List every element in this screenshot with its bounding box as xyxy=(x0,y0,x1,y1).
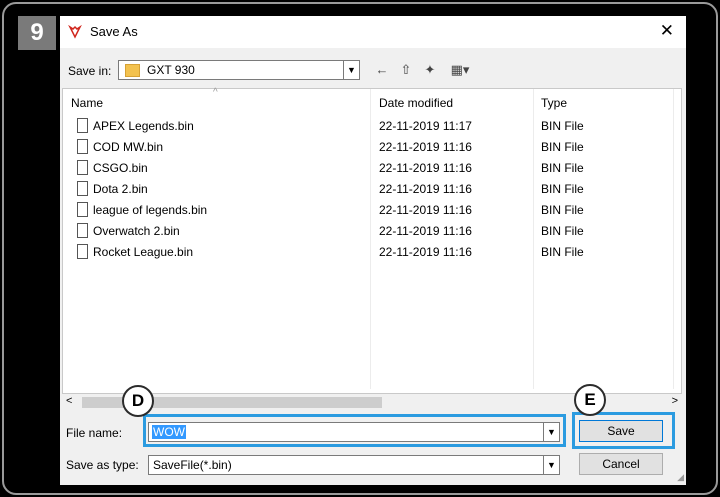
file-type: BIN File xyxy=(541,245,584,259)
file-row[interactable]: CSGO.bin 22-11-2019 11:16 BIN File xyxy=(63,158,673,179)
step-number-badge: 9 xyxy=(18,16,56,50)
file-icon xyxy=(77,202,88,217)
file-icon xyxy=(77,181,88,196)
file-name: COD MW.bin xyxy=(93,140,164,154)
folder-icon xyxy=(125,64,140,77)
file-row[interactable]: Overwatch 2.bin 22-11-2019 11:16 BIN Fil… xyxy=(63,221,673,242)
file-name: Dota 2.bin xyxy=(93,182,148,196)
file-date: 22-11-2019 11:16 xyxy=(379,245,472,259)
file-name: Overwatch 2.bin xyxy=(93,224,180,238)
file-icon xyxy=(77,160,88,175)
file-name: league of legends.bin xyxy=(93,203,208,217)
file-name: CSGO.bin xyxy=(93,161,148,175)
file-type: BIN File xyxy=(541,119,584,133)
file-icon xyxy=(77,244,88,259)
file-type: BIN File xyxy=(541,224,584,238)
file-name-label: File name: xyxy=(66,426,123,440)
highlight-save-button xyxy=(572,412,675,449)
file-name: Rocket League.bin xyxy=(93,245,194,259)
new-folder-icon[interactable]: ✦ xyxy=(420,61,440,79)
view-menu-icon[interactable]: ▦▾ xyxy=(446,61,474,79)
save-in-value: GXT 930 xyxy=(147,63,195,77)
save-in-dropdown[interactable]: GXT 930 ▼ xyxy=(118,60,360,80)
file-icon xyxy=(77,223,88,238)
chevron-down-icon[interactable]: ▼ xyxy=(343,61,359,79)
file-row[interactable]: APEX Legends.bin 22-11-2019 11:17 BIN Fi… xyxy=(63,116,673,137)
file-row[interactable]: Dota 2.bin 22-11-2019 11:16 BIN File xyxy=(63,179,673,200)
file-date: 22-11-2019 11:16 xyxy=(379,182,472,196)
save-as-type-dropdown[interactable]: SaveFile(*.bin) ▼ xyxy=(148,455,560,475)
file-type: BIN File xyxy=(541,140,584,154)
file-date: 22-11-2019 11:17 xyxy=(379,119,472,133)
file-list[interactable]: Name ^ Date modified Type APEX Legends.b… xyxy=(62,87,682,394)
file-row[interactable]: league of legends.bin 22-11-2019 11:16 B… xyxy=(63,200,673,221)
scroll-right-icon[interactable]: > xyxy=(672,395,678,407)
close-icon[interactable]: ✕ xyxy=(660,21,674,41)
sort-arrow-icon: ^ xyxy=(213,87,218,98)
file-date: 22-11-2019 11:16 xyxy=(379,224,472,238)
save-as-type-label: Save as type: xyxy=(66,458,139,472)
window-title: Save As xyxy=(90,24,138,39)
file-type: BIN File xyxy=(541,182,584,196)
file-row[interactable]: COD MW.bin 22-11-2019 11:16 BIN File xyxy=(63,137,673,158)
column-divider xyxy=(673,89,674,389)
title-bar: Save As ✕ xyxy=(60,16,686,48)
chevron-down-icon[interactable]: ▼ xyxy=(543,456,559,474)
cancel-button[interactable]: Cancel xyxy=(579,453,663,475)
file-icon xyxy=(77,118,88,133)
resize-grip-icon[interactable]: ◢ xyxy=(677,472,684,483)
file-row[interactable]: Rocket League.bin 22-11-2019 11:16 BIN F… xyxy=(63,242,673,263)
highlight-file-name xyxy=(143,414,566,447)
scroll-left-icon[interactable]: < xyxy=(66,395,72,407)
app-logo-icon xyxy=(68,25,82,39)
file-icon xyxy=(77,139,88,154)
file-date: 22-11-2019 11:16 xyxy=(379,203,472,217)
file-type: BIN File xyxy=(541,161,584,175)
file-type: BIN File xyxy=(541,203,584,217)
save-as-type-value: SaveFile(*.bin) xyxy=(153,458,232,472)
file-name: APEX Legends.bin xyxy=(93,119,194,133)
save-in-label: Save in: xyxy=(68,64,112,78)
callout-e: E xyxy=(574,384,606,416)
column-header-name[interactable]: Name xyxy=(71,96,103,110)
column-header-type[interactable]: Type xyxy=(541,96,567,110)
callout-d: D xyxy=(122,385,154,417)
back-arrow-icon[interactable]: ← xyxy=(372,61,392,79)
up-folder-icon[interactable]: ⇧ xyxy=(396,61,416,79)
file-date: 22-11-2019 11:16 xyxy=(379,161,472,175)
file-date: 22-11-2019 11:16 xyxy=(379,140,472,154)
column-header-date[interactable]: Date modified xyxy=(379,96,453,110)
